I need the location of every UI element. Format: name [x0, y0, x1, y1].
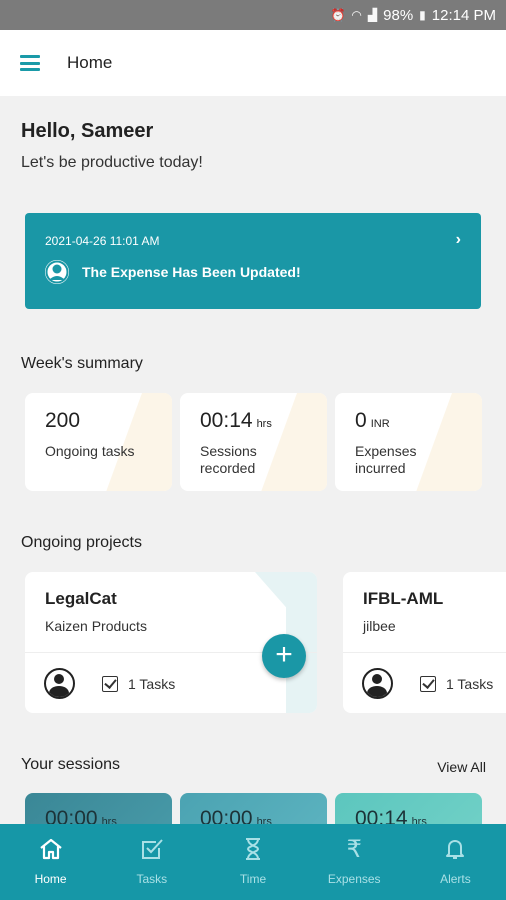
nav-label: Tasks — [136, 872, 168, 886]
session-unit: hrs — [101, 816, 117, 824]
signal-icon: ▟ — [367, 8, 378, 22]
nav-expenses[interactable]: ₹ Expenses — [304, 824, 405, 900]
nav-alerts[interactable]: Alerts — [405, 824, 506, 900]
wifi-icon: ◠ — [351, 8, 362, 22]
session-card[interactable]: 00:00 hrs — [25, 793, 172, 824]
session-card[interactable]: 00:00 hrs — [180, 793, 327, 824]
project-name: LegalCat — [45, 589, 117, 608]
status-time: 12:14 PM — [431, 6, 496, 24]
hourglass-icon — [243, 836, 263, 862]
session-unit: hrs — [411, 816, 427, 824]
project-card-ifbl-aml[interactable]: IFBL-AML jilbee 1 Tasks — [343, 572, 506, 713]
bottom-navigation: Home Tasks Time ₹ Expenses Alerts — [0, 824, 506, 900]
alarm-icon: ⏰ — [330, 8, 346, 22]
session-value: 00:14 — [355, 807, 408, 824]
session-value: 00:00 — [45, 807, 98, 824]
task-check-icon — [420, 676, 436, 692]
notification-banner[interactable]: 2021-04-26 11:01 AM › The Expense Has Be… — [25, 213, 481, 309]
rupee-icon: ₹ — [346, 835, 362, 863]
week-summary-title: Week's summary — [21, 355, 143, 372]
session-value: 00:00 — [200, 807, 253, 824]
hamburger-menu-icon[interactable] — [20, 55, 40, 71]
projects-title: Ongoing projects — [21, 534, 142, 551]
user-avatar-icon — [45, 260, 69, 284]
app-bar: Home — [0, 30, 506, 96]
summary-unit: INR — [370, 418, 390, 430]
summary-card-expenses[interactable]: 0 INR Expenses incurred — [335, 393, 482, 491]
add-task-button[interactable]: + — [262, 634, 306, 678]
summary-label: Sessions recorded — [200, 443, 257, 476]
summary-label: Ongoing tasks — [45, 443, 135, 459]
nav-label: Home — [34, 872, 67, 886]
page-title: Home — [67, 53, 113, 72]
nav-label: Expenses — [327, 872, 381, 886]
nav-tasks[interactable]: Tasks — [101, 824, 202, 900]
project-name: IFBL-AML — [363, 589, 444, 608]
battery-icon: ▮ — [419, 8, 426, 22]
nav-time[interactable]: Time — [202, 824, 303, 900]
greeting-title: Hello, Sameer — [21, 120, 154, 142]
sessions-title: Your sessions — [21, 756, 121, 773]
summary-value: 00:14 — [200, 409, 253, 432]
avatar-icon — [362, 668, 393, 699]
nav-home[interactable]: Home — [0, 824, 101, 900]
task-check-icon — [139, 836, 165, 862]
summary-label: Expenses incurred — [355, 443, 417, 476]
view-all-link[interactable]: View All — [437, 759, 486, 775]
chevron-right-icon[interactable]: › — [456, 231, 461, 249]
project-task-count: 1 Tasks — [446, 676, 494, 692]
project-org: Kaizen Products — [45, 618, 147, 634]
home-icon — [38, 836, 64, 862]
summary-unit: hrs — [256, 418, 272, 430]
notification-message: The Expense Has Been Updated! — [82, 264, 301, 280]
avatar-icon — [44, 668, 75, 699]
divider — [343, 652, 506, 653]
summary-card-sessions[interactable]: 00:14 hrs Sessions recorded — [180, 393, 327, 491]
project-task-count: 1 Tasks — [128, 676, 176, 692]
summary-value: 200 — [45, 409, 81, 432]
session-unit: hrs — [256, 816, 272, 824]
summary-value: 0 — [355, 409, 367, 432]
battery-level: 98% — [383, 6, 414, 24]
project-org: jilbee — [363, 618, 396, 634]
notification-timestamp: 2021-04-26 11:01 AM — [45, 234, 160, 248]
status-bar: ⏰ ◠ ▟ 98% ▮ 12:14 PM — [0, 0, 506, 30]
bell-icon — [444, 836, 466, 862]
main-content[interactable]: Hello, Sameer Let's be productive today!… — [0, 96, 506, 824]
nav-label: Time — [239, 872, 267, 886]
nav-label: Alerts — [440, 872, 471, 886]
greeting-subtitle: Let's be productive today! — [21, 154, 203, 171]
summary-card-tasks[interactable]: 200 Ongoing tasks — [25, 393, 172, 491]
task-check-icon — [102, 676, 118, 692]
session-card[interactable]: 00:14 hrs — [335, 793, 482, 824]
